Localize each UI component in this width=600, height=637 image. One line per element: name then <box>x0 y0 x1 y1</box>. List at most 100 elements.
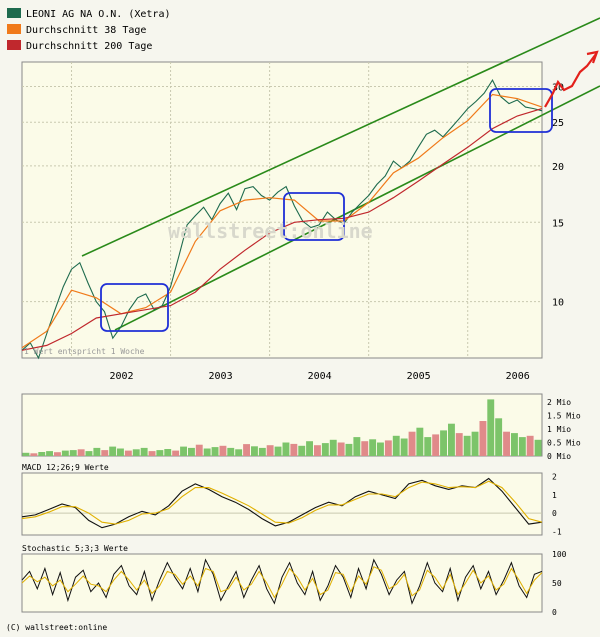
volume-bar <box>479 421 487 456</box>
volume-bar <box>408 431 416 456</box>
volume-bar <box>101 450 109 456</box>
volume-bar <box>282 442 290 456</box>
macd-tick-label: 0 <box>552 509 557 518</box>
volume-bar <box>195 444 203 456</box>
volume-bar <box>487 399 495 456</box>
price-panel: 1015202530 <box>21 17 600 360</box>
y-tick-label: 20 <box>552 162 564 173</box>
volume-tick-label: 0 Mio <box>547 452 571 461</box>
volume-bar <box>306 441 313 456</box>
x-tick-label: 2003 <box>209 371 233 382</box>
volume-bar <box>235 449 243 456</box>
legend: LEONI AG NA O.N. (Xetra) Durchschnitt 38… <box>7 8 171 52</box>
volume-bar <box>156 450 164 456</box>
volume-bar <box>495 418 503 456</box>
volume-panel: 0 Mio 0.5 Mio 1 Mio 1.5 Mio 2 Mio <box>21 393 581 461</box>
volume-bar <box>440 430 447 456</box>
volume-bar <box>46 451 53 456</box>
volume-bar <box>424 437 432 456</box>
chart-canvas: LEONI AG NA O.N. (Xetra) Durchschnitt 38… <box>6 8 600 632</box>
volume-bar <box>203 448 211 456</box>
volume-bar <box>77 449 85 456</box>
volume-tick-label: 1.5 Mio <box>547 412 581 421</box>
volume-bar <box>353 437 361 456</box>
volume-bar <box>337 442 345 456</box>
watermark: wallstreet:online <box>168 219 373 243</box>
legend-swatch-price <box>7 8 21 18</box>
volume-bar <box>534 439 542 456</box>
volume-bar <box>314 445 321 456</box>
volume-bar <box>61 450 69 456</box>
x-tick-label: 2006 <box>506 371 530 382</box>
macd-title: MACD 12;26;9 Werte <box>22 463 109 472</box>
volume-bar <box>518 437 526 456</box>
legend-label-price: LEONI AG NA O.N. (Xetra) <box>26 9 171 20</box>
legend-label-ma200: Durchschnitt 200 Tage <box>26 41 152 52</box>
volume-bar <box>148 451 156 456</box>
volume-bar <box>117 448 124 456</box>
macd-tick-label: 1 <box>552 491 557 500</box>
copyright: (C) wallstreet:online <box>6 623 107 632</box>
volume-bar <box>511 433 518 456</box>
volume-bar <box>503 431 510 456</box>
y-tick-label: 15 <box>552 218 564 229</box>
volume-bar <box>321 443 329 456</box>
volume-bar <box>369 439 377 456</box>
volume-bar <box>132 449 140 456</box>
volume-bar <box>109 446 117 456</box>
macd-panel-frame <box>21 472 543 536</box>
volume-bar <box>22 452 30 456</box>
volume-bar <box>463 435 471 456</box>
volume-bar <box>392 435 400 456</box>
volume-bar <box>361 441 369 456</box>
volume-bar <box>455 433 463 456</box>
volume-bar <box>448 423 455 456</box>
y-tick-label: 25 <box>552 118 564 129</box>
macd-panel: -1 0 1 2 <box>21 472 562 536</box>
footnote: 1 Wert entspricht 1 Woche <box>24 347 145 356</box>
volume-bar <box>400 438 408 456</box>
stochastic-title: Stochastic 5;3;3 Werte <box>22 544 128 553</box>
stock-chart: LEONI AG NA O.N. (Xetra) Durchschnitt 38… <box>0 0 600 634</box>
volume-tick-label: 1 Mio <box>547 425 571 434</box>
volume-bar <box>93 447 101 456</box>
volume-bar <box>290 443 298 456</box>
x-tick-label: 2005 <box>407 371 431 382</box>
volume-bar <box>164 449 172 456</box>
volume-bar <box>219 445 227 456</box>
volume-bar <box>266 445 274 456</box>
stochastic-panel: 0 50 100 <box>21 550 567 617</box>
volume-bar <box>243 444 250 456</box>
stochastic-tick-label: 50 <box>552 579 562 588</box>
volume-bar <box>38 452 46 456</box>
volume-bar <box>140 447 148 456</box>
volume-bar <box>416 427 424 456</box>
volume-bar <box>345 443 353 456</box>
volume-bar <box>54 452 61 456</box>
volume-bar <box>211 447 219 456</box>
volume-bar <box>251 446 258 456</box>
volume-bar <box>526 435 534 456</box>
volume-bar <box>384 440 392 456</box>
legend-label-ma38: Durchschnitt 38 Tage <box>26 25 146 36</box>
legend-swatch-ma200 <box>7 40 21 50</box>
volume-bar <box>124 450 132 456</box>
volume-tick-label: 2 Mio <box>547 398 571 407</box>
volume-bar <box>274 446 282 456</box>
x-tick-label: 2004 <box>308 371 332 382</box>
stochastic-tick-label: 100 <box>552 550 567 559</box>
volume-bar <box>329 439 337 456</box>
volume-bar <box>377 442 384 456</box>
y-tick-label: 10 <box>552 298 564 309</box>
volume-bar <box>298 445 306 456</box>
price-panel-frame <box>21 61 543 359</box>
volume-bar <box>432 434 440 456</box>
macd-tick-label: -1 <box>552 527 562 536</box>
volume-bar <box>180 446 187 456</box>
volume-bar <box>227 447 235 456</box>
stochastic-tick-label: 0 <box>552 608 557 617</box>
legend-swatch-ma38 <box>7 24 21 34</box>
volume-bar <box>172 450 180 456</box>
volume-bar <box>69 450 77 456</box>
volume-tick-label: 0.5 Mio <box>547 439 581 448</box>
